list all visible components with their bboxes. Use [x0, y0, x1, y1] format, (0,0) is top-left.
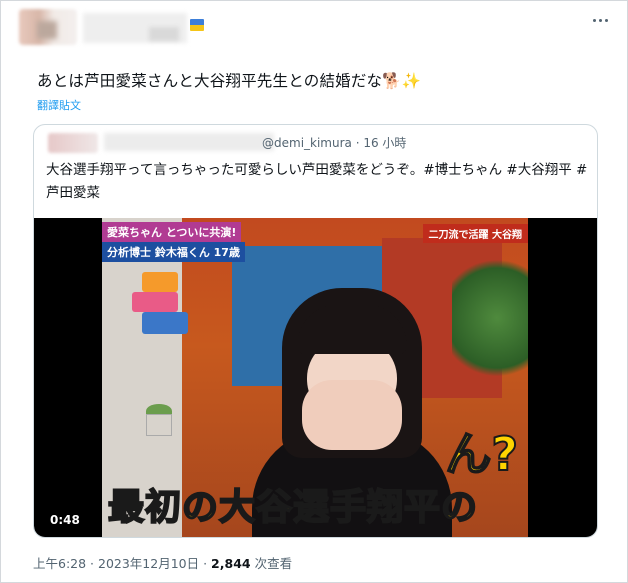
more-icon[interactable]: [593, 19, 613, 27]
tweet-card: あとは芦田愛菜さんと大谷翔平先生との結婚だな🐕✨ 翻譯貼文 @demi_kimu…: [0, 0, 628, 583]
translate-link[interactable]: 翻譯貼文: [37, 97, 81, 113]
telop-right: 二刀流で活躍 大谷翔: [422, 224, 528, 243]
video-caption: 最初の大谷選手翔平の: [107, 486, 479, 529]
quote-name-blurred: [104, 133, 274, 151]
tweet-text: あとは芦田愛菜さんと大谷翔平先生との結婚だな🐕✨: [37, 72, 422, 90]
telop-top: 愛菜ちゃん とついに共演!: [102, 222, 242, 242]
quote-handle-time: @demi_kimura · 16 小時: [262, 136, 407, 150]
telop-sub: 分析博士 鈴木福くん 17歳: [102, 242, 245, 262]
handle-blurred: [149, 27, 179, 41]
quoted-tweet[interactable]: @demi_kimura · 16 小時 大谷選手翔平って言っちゃった可愛らしい…: [33, 124, 598, 538]
quote-avatar: [48, 133, 98, 153]
tweet-meta: 上午6:28 · 2023年12月10日 · 2,844 次查看: [33, 553, 292, 572]
tweet-header: [19, 9, 619, 49]
ukraine-flag-icon: [190, 19, 204, 31]
views-count[interactable]: 2,844: [211, 556, 251, 571]
video-frame: 愛菜ちゃん とついに共演! 分析博士 鈴木福くん 17歳 二刀流で活躍 大谷翔 …: [102, 218, 528, 537]
timestamp-link[interactable]: 上午6:28 · 2023年12月10日 ·: [33, 556, 211, 571]
views-label: 次查看: [250, 556, 293, 571]
video-duration-badge: 0:48: [44, 512, 86, 528]
video-player[interactable]: 愛菜ちゃん とついに共演! 分析博士 鈴木福くん 17歳 二刀流で活躍 大谷翔 …: [34, 218, 597, 537]
telop-side: ん?: [444, 426, 519, 482]
quote-text: 大谷選手翔平って言っちゃった可愛らしい芦田愛菜をどうぞ。#博士ちゃん #大谷翔平…: [46, 162, 588, 201]
avatar[interactable]: [19, 9, 77, 45]
